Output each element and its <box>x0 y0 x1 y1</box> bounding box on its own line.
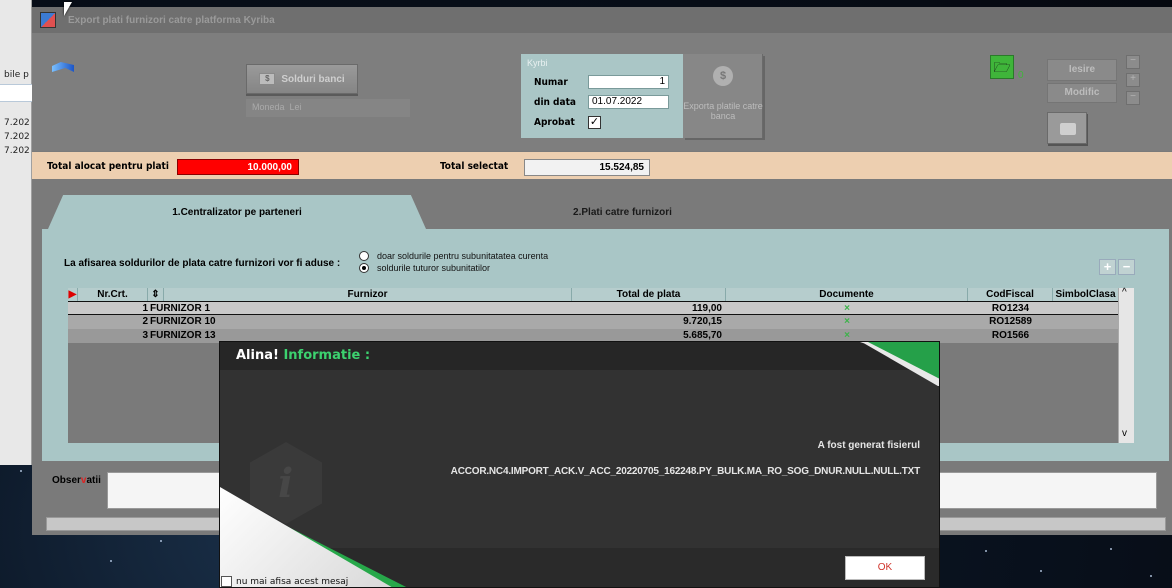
money-bag-icon: $ <box>713 66 733 86</box>
header-indicator-icon: ▶ <box>68 288 78 301</box>
total-alocat-label: Total alocat pentru plati <box>47 161 169 172</box>
kyriba-title: Kyrbi <box>527 58 548 68</box>
mouse-cursor-icon <box>64 2 72 16</box>
afisare-label: La afisarea soldurilor de plata catre fu… <box>64 258 341 269</box>
sort-icon[interactable]: ⇕ <box>148 288 164 301</box>
table-row[interactable]: 1 FURNIZOR 1 119,00 × RO1234 <box>68 301 1118 315</box>
window-title: Export plati furnizori catre platforma K… <box>68 15 275 26</box>
info-dialog: Alina! Informatie : i A fost generat fis… <box>219 341 940 588</box>
app-icon <box>40 12 56 28</box>
header-nrcrt[interactable]: Nr.Crt. <box>78 288 148 301</box>
observatii-label-c: atii <box>86 475 101 486</box>
print-button[interactable] <box>1047 112 1087 144</box>
remove-row-icon[interactable]: − <box>1118 259 1135 275</box>
row-simbol <box>1053 315 1119 329</box>
dialog-title-info: Informatie : <box>283 348 371 363</box>
folder-icon[interactable]: 🗁 <box>990 55 1014 79</box>
row-nr: 1 <box>142 303 148 314</box>
solduri-banci-button[interactable]: $ Solduri banci <box>246 64 358 94</box>
plus-icon[interactable]: + <box>1126 73 1140 87</box>
radio-subunitate-curenta[interactable] <box>359 251 369 261</box>
row-codfiscal: RO1566 <box>991 330 1030 341</box>
solduri-banci-label: Solduri banci <box>281 73 345 85</box>
grid-scrollbar[interactable]: ^ v <box>1118 287 1134 443</box>
din-data-input[interactable]: 01.07.2022 <box>588 95 669 109</box>
din-data-label: din data <box>534 97 576 108</box>
behind-date: 7.202 <box>4 132 30 142</box>
table-row[interactable]: 2 FURNIZOR 10 9.720,15 × RO12589 <box>68 315 1118 329</box>
exporta-platile-button[interactable]: $ Exporta platile catre banca <box>683 54 763 138</box>
row-nr: 2 <box>142 316 148 327</box>
total-selectat-label: Total selectat <box>440 161 509 172</box>
behind-date: 7.202 <box>4 146 30 156</box>
document-x-icon[interactable]: × <box>726 302 968 316</box>
ok-button[interactable]: OK <box>845 556 925 580</box>
grid-header: ▶ Nr.Crt. ⇕ Furnizor Total de plata Docu… <box>68 288 1134 301</box>
dialog-title-name: Alina! <box>236 348 279 363</box>
selected-row-band <box>0 84 32 102</box>
row-simbol <box>1053 329 1119 343</box>
dont-show-checkbox[interactable] <box>221 576 232 587</box>
row-codfiscal: RO12589 <box>989 316 1032 327</box>
row-codfiscal: RO1234 <box>991 303 1030 314</box>
row-furnizor: FURNIZOR 1 <box>150 303 210 314</box>
moneda-value: Lei <box>289 102 302 112</box>
title-bar[interactable]: Export plati furnizori catre platforma K… <box>32 7 1172 33</box>
document-x-icon[interactable]: × <box>726 315 968 329</box>
dialog-title: Alina! Informatie : <box>236 348 370 363</box>
exporta-label: Exporta platile catre banca <box>683 101 763 121</box>
behind-label: bile p <box>4 70 29 80</box>
money-icon: $ <box>259 73 276 85</box>
dialog-body <box>220 370 939 548</box>
row-simbol <box>1053 302 1119 316</box>
tab-plati-furnizori[interactable]: 2.Plati catre furnizori <box>430 195 815 229</box>
row-total: 119,00 <box>691 303 722 314</box>
kyriba-panel: Kyrbi Numar 1 din data 01.07.2022 Aproba… <box>521 54 683 138</box>
header-documente[interactable]: Documente <box>726 288 968 301</box>
numar-input[interactable]: 1 <box>588 75 669 89</box>
scroll-up-icon[interactable]: ^ <box>1122 287 1127 298</box>
header-simbolclasa[interactable]: SimbolClasa <box>1053 288 1119 301</box>
dialog-filename: ACCOR.NC4.IMPORT_ACK.V_ACC_20220705_1622… <box>450 466 921 477</box>
header-codfiscal[interactable]: CodFiscal <box>968 288 1053 301</box>
dont-show-label: nu mai afisa acest mesaj <box>236 577 349 587</box>
aprobat-label: Aprobat <box>534 117 575 128</box>
total-selectat-value: 15.524,85 <box>524 159 650 176</box>
scroll-down-icon[interactable]: v <box>1122 428 1127 439</box>
row-furnizor: FURNIZOR 10 <box>150 316 216 327</box>
row-nr: 3 <box>142 330 148 341</box>
folder-count: 0 <box>1018 70 1024 81</box>
printer-icon <box>1060 123 1076 135</box>
tab-centralizator[interactable]: 1.Centralizator pe parteneri <box>48 195 426 229</box>
total-alocat-value[interactable]: 10.000,00 <box>177 159 299 175</box>
minus-icon[interactable]: − <box>1126 55 1140 69</box>
background-window: bile p 7.202 7.202 7.202 <box>0 0 32 465</box>
radio-label-1: doar soldurile pentru subunitatatea cure… <box>377 251 549 261</box>
observatii-label-a: Obser <box>52 475 81 486</box>
row-total: 9.720,15 <box>683 316 722 327</box>
numar-label: Numar <box>534 77 568 88</box>
moneda-label: Moneda <box>252 102 285 112</box>
add-row-icon[interactable]: + <box>1099 259 1116 275</box>
info-icon-letter: i <box>278 460 294 507</box>
header-furnizor[interactable]: Furnizor <box>164 288 572 301</box>
iesire-button[interactable]: Iesire <box>1047 59 1117 81</box>
dialog-message: A fost generat fisierul <box>817 440 920 451</box>
radio-toate-subunitatile[interactable] <box>359 263 369 273</box>
header-total[interactable]: Total de plata <box>572 288 726 301</box>
modific-button[interactable]: Modific <box>1047 83 1117 103</box>
moneda-field: Moneda Lei <box>246 99 410 117</box>
observatii-label: Observatii <box>52 475 101 486</box>
aprobat-checkbox[interactable]: ✓ <box>588 116 601 129</box>
minus-icon[interactable]: − <box>1126 91 1140 105</box>
behind-date: 7.202 <box>4 118 30 128</box>
radio-label-2: soldurile tuturor subunitatilor <box>377 263 491 273</box>
